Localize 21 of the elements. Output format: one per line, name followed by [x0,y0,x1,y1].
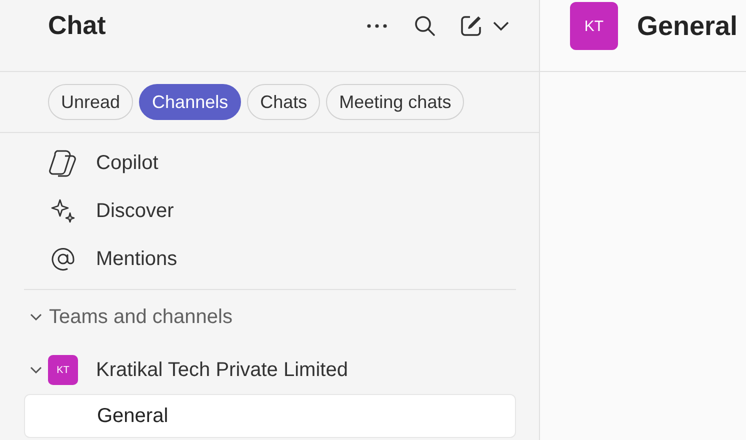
more-icon[interactable] [366,22,388,28]
channel-title: General [637,10,738,43]
channel-item[interactable]: General [24,394,516,438]
chat-title: Chat [48,10,106,41]
filter-tab[interactable]: Unread [48,84,134,120]
chevron-down-icon[interactable] [493,20,509,30]
copilot-icon [48,149,78,177]
nav-item[interactable]: Mentions [96,248,178,270]
nav-item[interactable]: Copilot [96,152,158,174]
team-avatar: KT [48,355,78,385]
team-avatar: KT [570,2,618,50]
compose-icon[interactable] [459,14,483,38]
nav-item[interactable]: Discover [96,200,174,222]
filter-tab[interactable]: Meeting chats [326,84,464,120]
chevron-down-icon[interactable] [30,313,42,321]
chevron-down-icon[interactable] [30,366,42,374]
filter-tab[interactable]: Channels [139,84,242,120]
search-icon[interactable] [413,14,437,38]
filter-tab[interactable]: Chats [247,84,320,120]
team-name[interactable]: Kratikal Tech Private Limited [96,358,348,382]
section-heading[interactable]: Teams and channels [49,306,232,328]
